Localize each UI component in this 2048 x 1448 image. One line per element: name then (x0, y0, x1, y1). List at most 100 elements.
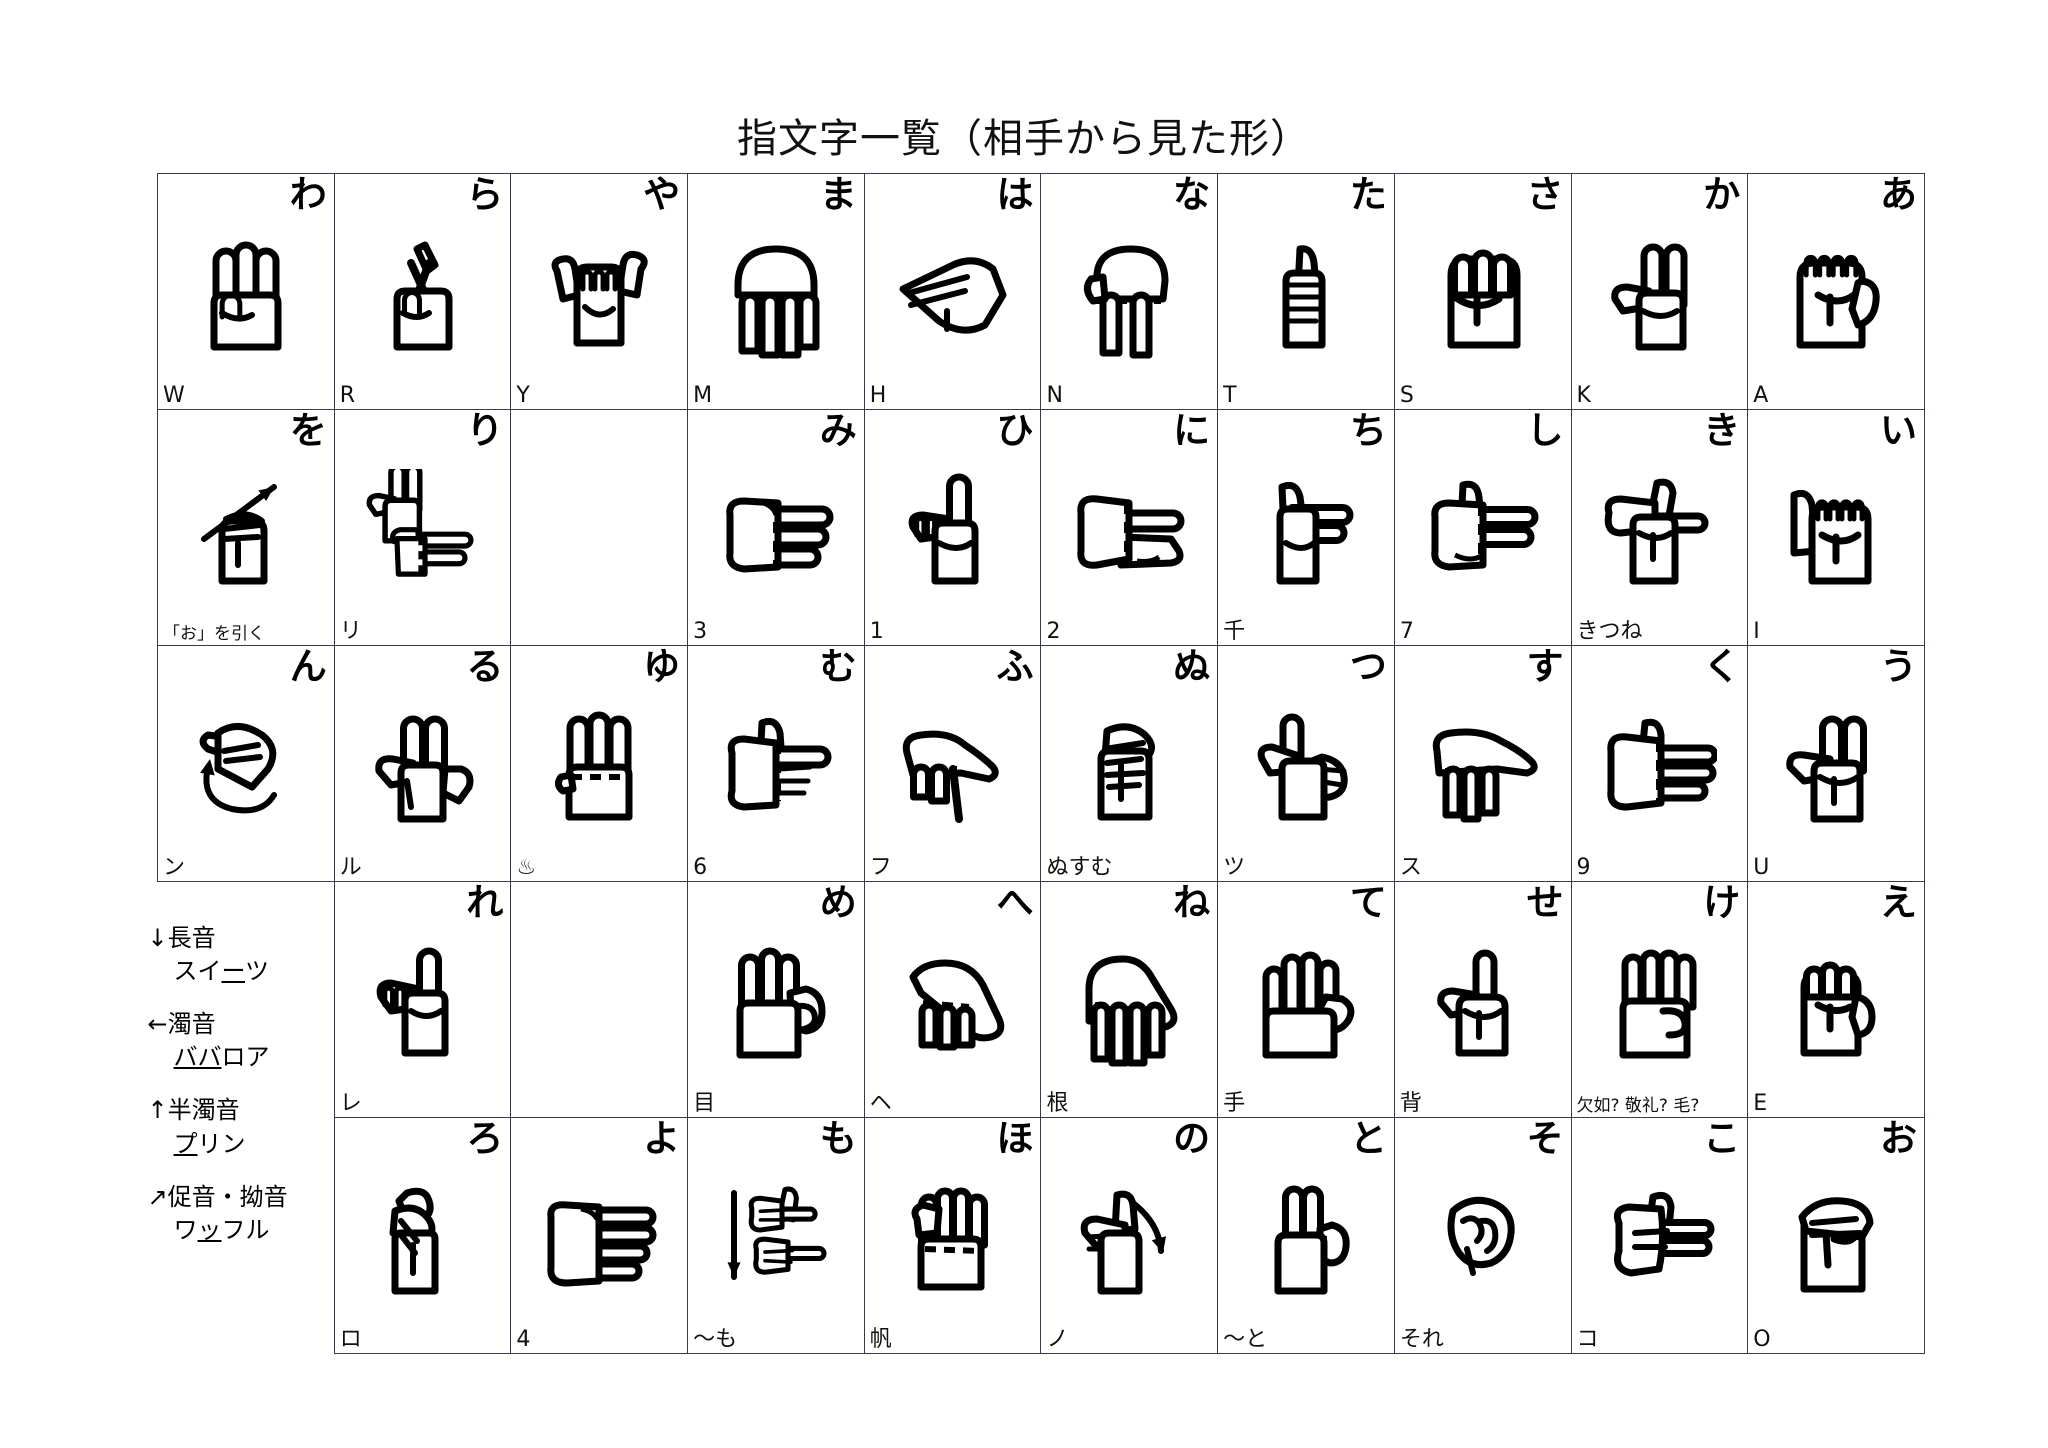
kana-label: り (466, 409, 504, 452)
kana-cell-te-open-palm: て手 (1217, 881, 1395, 1118)
mnemonic-note: 3 (693, 618, 708, 644)
mnemonic-note: リ (339, 618, 362, 644)
mnemonic-note: O (1753, 1326, 1771, 1352)
fingerspelling-grid: わ W ら R や Y ま M は H な N た T さ S か K あ A を「お」を引くりリみ 3 ひ 1 に 2 ち千し 7 き… (148, 173, 1925, 1354)
kana-label: ね (1173, 881, 1211, 924)
kana-label: て (1349, 881, 1387, 924)
kana-cell-ta-thumb-up: たT (1217, 173, 1395, 410)
hand-sign-n-hook-arrow-icon (188, 705, 304, 831)
hand-sign-ho-flat-up-icon (895, 1177, 1011, 1303)
kana-label: ん (289, 645, 327, 688)
kana-cell-tsu-two-bent: つツ (1217, 645, 1395, 882)
kana-cell-u-two-up: うU (1747, 645, 1925, 882)
mnemonic-note: ル (339, 854, 362, 880)
mnemonic-note: ン (163, 854, 186, 880)
kana-label: し (1526, 409, 1564, 452)
hand-sign-fu-point-down-icon (895, 705, 1011, 831)
kana-cell-ka-two-up: かK (1570, 173, 1749, 410)
kana-label: せ (1526, 881, 1564, 924)
kana-cell-hi-index-up: ひ1 (863, 409, 1042, 646)
mnemonic-note: コ (1576, 1326, 1599, 1352)
mnemonic-note: R (339, 382, 355, 408)
kana-cell-o-fist-curl: おO (1747, 1117, 1925, 1354)
hand-sign-ro-claw-icon (365, 1177, 481, 1303)
hand-sign-nu-grab-icon (1071, 705, 1187, 831)
kana-label: に (1173, 409, 1211, 452)
hand-sign-a-fist-thumb-icon (1778, 233, 1894, 359)
hand-sign-ta-thumb-up-icon (1248, 233, 1364, 359)
kana-label: そ (1526, 1117, 1564, 1160)
hand-sign-ru-two-up-open-icon (365, 705, 481, 831)
hand-sign-mu-point-side-icon (718, 705, 834, 831)
hand-sign-na-two-down-icon (1071, 233, 1187, 359)
hand-sign-ku-flat-side-icon (1601, 705, 1718, 831)
kana-label: ら (466, 173, 504, 216)
kana-cell-ha-flat-side: はH (863, 173, 1042, 410)
hand-sign-su-flat-down-icon (1425, 705, 1541, 831)
kana-label: や (643, 173, 681, 216)
mnemonic-note: フ (869, 854, 892, 880)
mnemonic-note: M (693, 382, 713, 408)
hand-sign-mo-down-arrow-icon (718, 1177, 834, 1303)
kana-label: た (1349, 173, 1387, 216)
kana-label: お (1880, 1117, 1917, 1160)
kana-cell-he-slant: へヘ (863, 881, 1042, 1118)
mnemonic-note: それ (1399, 1326, 1444, 1352)
mnemonic-note: ス (1399, 854, 1422, 880)
mnemonic-note: ぬすむ (1046, 854, 1113, 880)
kana-cell-ro-claw: ろロ (333, 1117, 512, 1354)
mnemonic-note: W (163, 382, 185, 408)
kana-label: め (819, 881, 857, 924)
hand-sign-wa-three-fingers-icon (188, 233, 304, 359)
hand-sign-mi-three-side-icon (718, 469, 834, 595)
kana-label: へ (996, 881, 1034, 924)
hand-sign-u-two-up-icon (1778, 705, 1894, 831)
fingerspelling-chart: わ W ら R や Y ま M は H な N た T さ S か K あ A を「お」を引くりリみ 3 ひ 1 に 2 ち千し 7 き… (148, 173, 1925, 1354)
mnemonic-note: 〜と (1223, 1326, 1268, 1352)
kana-cell-chi-thumb-index: ち千 (1217, 409, 1395, 646)
mnemonic-note: ロ (339, 1326, 362, 1352)
hand-sign-me-three-open-icon (718, 941, 834, 1067)
mnemonic-note: 9 (1576, 854, 1591, 880)
legend-item-example: ワッフル (173, 1215, 270, 1244)
mnemonic-note: K (1576, 382, 1591, 408)
kana-label: い (1880, 409, 1917, 452)
hand-sign-wo-pull-arrow-icon (188, 469, 304, 595)
kana-label: か (1703, 173, 1741, 216)
kana-label: け (1703, 881, 1741, 924)
legend-item-term: ←濁音 (147, 1010, 216, 1039)
mnemonic-note: Y (516, 382, 530, 408)
mnemonic-note: U (1753, 854, 1770, 880)
kana-cell-su-flat-down: すス (1393, 645, 1572, 882)
mnemonic-note: 帆 (869, 1326, 892, 1352)
grid-row: わWらRやYまMはHなNたTさSかKあA (157, 173, 1925, 410)
kana-cell-empty (510, 881, 689, 1118)
hand-sign-so-small-point-icon (1425, 1177, 1541, 1303)
hand-sign-se-middle-up-icon (1425, 941, 1541, 1067)
hand-sign-sa-fist-icon (1425, 233, 1541, 359)
kana-label: ゆ (643, 645, 681, 688)
kana-label: え (1880, 881, 1917, 924)
mnemonic-note: 目 (693, 1090, 716, 1116)
legend-box-top: ↓長音 スイーツ ←濁音 ババロア ↑半濁音 プリン ↗促音・拗音 ワッフル (148, 881, 335, 1354)
kana-cell-ne-four-down: ね根 (1040, 881, 1219, 1118)
page-title: 指文字一覧（相手から見た形） (737, 117, 1311, 161)
hand-sign-ma-four-down-icon (718, 233, 834, 359)
kana-cell-so-small-point: そそれ (1393, 1117, 1572, 1354)
hand-sign-to-two-up-thumb-icon (1248, 1177, 1364, 1303)
kana-cell-e-fist-bent: えE (1747, 881, 1925, 1118)
mnemonic-note: T (1223, 382, 1237, 408)
kana-cell-a-fist-thumb: あA (1747, 173, 1925, 410)
mnemonic-note: 根 (1046, 1090, 1069, 1116)
hand-sign-ra-crossed-fingers-icon (365, 233, 481, 359)
kana-cell-ni-two-side: に2 (1040, 409, 1219, 646)
kana-label: ぬ (1173, 645, 1211, 688)
legend-item: ↓長音 スイーツ (148, 922, 333, 988)
legend-item: ↗促音・拗音 ワッフル (148, 1181, 333, 1247)
hand-sign-ya-shaka-icon (541, 233, 657, 359)
kana-cell-ru-two-up-open: るル (333, 645, 512, 882)
kana-label: き (1703, 409, 1741, 452)
kana-label: ま (819, 173, 857, 216)
kana-label: む (819, 645, 857, 688)
hand-sign-ne-four-down-icon (1071, 941, 1187, 1067)
